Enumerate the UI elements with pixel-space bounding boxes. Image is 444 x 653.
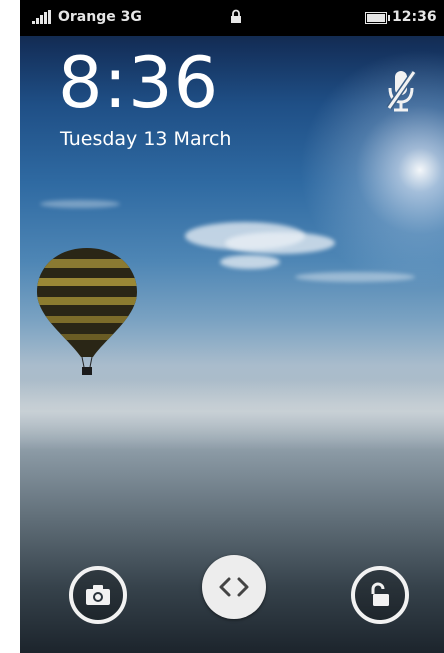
sun-glare [290, 40, 444, 300]
lockscreen-clock: 8:36 [58, 42, 220, 124]
chevrons-icon [219, 577, 249, 597]
lockscreen: Orange 3G 12:36 8:36 Tuesday 13 March [20, 0, 444, 653]
status-time: 12:36 [392, 9, 437, 25]
carrier-name: Orange 3G [58, 9, 142, 25]
cloud [40, 200, 120, 208]
camera-icon [86, 585, 110, 605]
hot-air-balloon [37, 248, 137, 375]
cloud-haze [20, 380, 444, 450]
cloud [220, 255, 280, 269]
camera-button[interactable] [69, 566, 127, 624]
lockscreen-date: Tuesday 13 March [60, 128, 232, 150]
battery-icon [365, 12, 390, 24]
status-bar: Orange 3G 12:36 [20, 0, 444, 36]
cloud [225, 232, 335, 254]
lock-icon [231, 9, 241, 23]
padlock-open-icon [371, 582, 389, 606]
cloud [295, 272, 415, 282]
unlock-handle-button[interactable] [202, 555, 266, 619]
microphone-muted-icon[interactable] [384, 68, 418, 114]
signal-icon [32, 10, 51, 24]
unlock-button[interactable] [351, 566, 409, 624]
